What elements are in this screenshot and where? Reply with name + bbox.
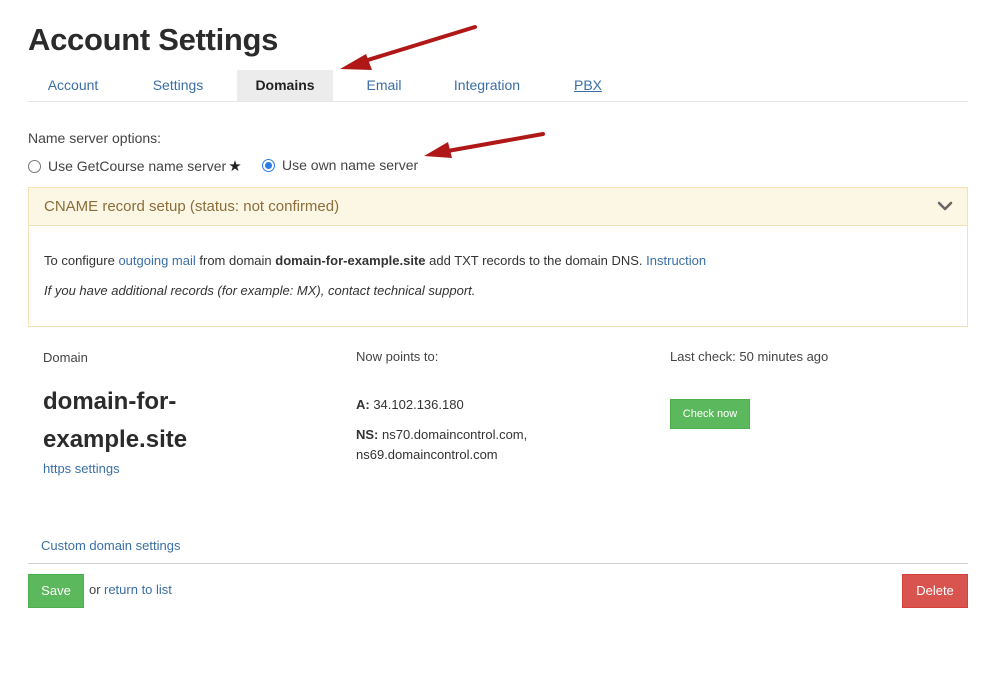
radio-getcourse-ns[interactable]: Use GetCourse name server ★ <box>28 157 242 175</box>
a-record-label: A: <box>356 397 370 412</box>
tab-settings[interactable]: Settings <box>138 70 218 101</box>
cname-support-note: If you have additional records (for exam… <box>44 283 476 298</box>
check-now-button[interactable]: Check now <box>670 399 750 429</box>
radio-button-checked[interactable] <box>262 158 275 172</box>
red-annotation-arrow-tabs <box>340 25 477 70</box>
domain-column-label: Domain <box>43 350 88 365</box>
radio-label: Use GetCourse name server <box>48 158 227 174</box>
tab-pbx[interactable]: PBX <box>566 70 610 101</box>
tab-email[interactable]: Email <box>348 70 420 101</box>
or-text: or <box>89 582 101 597</box>
ns-record-value-2: ns69.domaincontrol.com <box>356 447 498 462</box>
a-record: A: 34.102.136.180 <box>356 395 464 415</box>
domain-name-line2: example.site <box>43 426 188 453</box>
ns-record-label: NS: <box>356 427 379 442</box>
last-check-label: Last check: 50 minutes ago <box>670 349 829 364</box>
radio-label: Use own name server <box>282 157 419 173</box>
return-to-list-link[interactable]: return to list <box>104 582 172 597</box>
custom-domain-settings-link[interactable]: Custom domain settings <box>41 538 180 553</box>
tab-bar: Account Settings Domains Email Integrati… <box>28 70 968 102</box>
radio-own-ns[interactable]: Use own name server <box>262 157 418 173</box>
page-title: Account Settings <box>28 22 279 57</box>
chevron-down-icon[interactable] <box>937 198 953 214</box>
ns-record-value-1: ns70.domaincontrol.com, <box>378 427 528 442</box>
text: To configure <box>44 253 119 268</box>
outgoing-mail-link[interactable]: outgoing mail <box>118 253 195 268</box>
star-icon: ★ <box>228 158 242 175</box>
text: from domain <box>195 253 276 268</box>
points-column-label: Now points to: <box>356 349 439 364</box>
domain-name-line1: domain-for- <box>43 388 177 415</box>
name-server-label: Name server options: <box>28 130 162 146</box>
instruction-link[interactable]: Instruction <box>646 253 706 268</box>
https-settings-link[interactable]: https settings <box>43 461 120 476</box>
cname-title: CNAME record setup (status: not confirme… <box>44 198 340 215</box>
domain-name: domain-for- example.site <box>43 383 273 459</box>
domain-name-bold: domain-for-example.site <box>275 253 426 268</box>
text: add TXT records to the domain DNS. <box>425 253 647 268</box>
cname-panel: CNAME record setup (status: not confirme… <box>28 187 968 327</box>
tab-integration[interactable]: Integration <box>445 70 529 101</box>
red-annotation-arrow-radio <box>424 132 545 158</box>
delete-button[interactable]: Delete <box>902 574 968 608</box>
a-record-value: 34.102.136.180 <box>369 397 464 412</box>
save-button[interactable]: Save <box>28 574 84 608</box>
tab-account[interactable]: Account <box>28 70 118 101</box>
divider <box>28 563 968 564</box>
cname-instructions: To configure outgoing mail from domain d… <box>44 253 706 268</box>
cname-panel-header[interactable]: CNAME record setup (status: not confirme… <box>29 188 967 226</box>
tab-domains[interactable]: Domains <box>237 70 333 101</box>
ns-record: NS: ns70.domaincontrol.com, ns69.domainc… <box>356 425 527 465</box>
radio-button[interactable] <box>28 159 41 173</box>
